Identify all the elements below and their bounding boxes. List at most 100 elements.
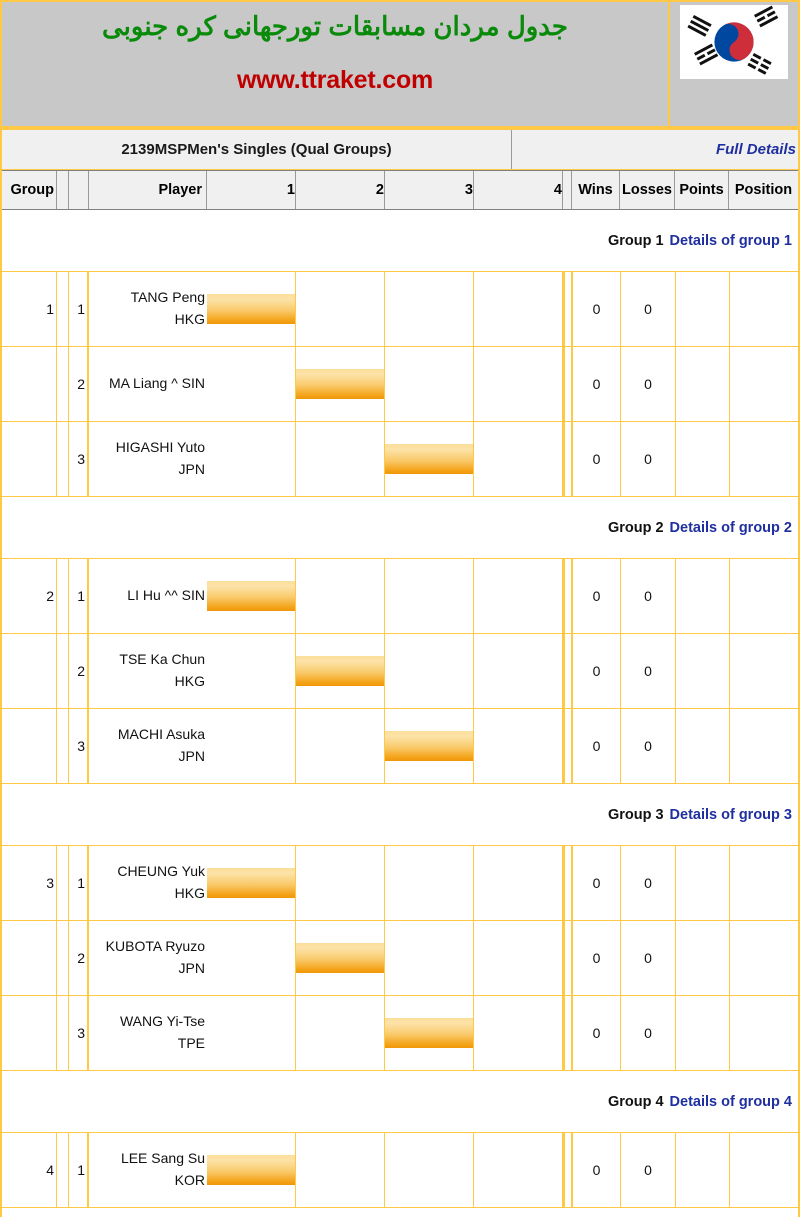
cell-position [730,347,798,421]
cell-match-1[interactable] [207,1133,296,1207]
table-row: 4 1 LEE Sang Su KOR 0 0 [2,1133,798,1208]
self-match-block [296,943,384,973]
cell-gap [563,272,573,346]
cell-match-3[interactable] [385,422,474,496]
column-header-match-4: 4 [474,171,563,209]
cell-group-number: 2 [2,559,57,633]
cell-group-number: 4 [2,1133,57,1207]
cell-match-1[interactable] [207,846,296,920]
cell-match-2[interactable] [296,1133,385,1207]
cell-match-4[interactable] [474,921,563,995]
self-match-block [207,868,295,898]
group-details-link[interactable]: Details of group 1 [670,233,792,249]
cell-rank: 1 [69,272,89,346]
group-details-link[interactable]: Details of group 3 [670,807,792,823]
cell-player[interactable]: HIGASHI Yuto JPN [89,422,207,496]
cell-spacer [57,347,69,421]
cell-match-1[interactable] [207,921,296,995]
cell-gap [563,1133,573,1207]
group-details-link[interactable]: Details of group 2 [670,520,792,536]
cell-player[interactable]: LEE Sang Su KOR [89,1133,207,1207]
cell-match-3[interactable] [385,559,474,633]
cell-points [676,634,730,708]
cell-match-4[interactable] [474,634,563,708]
cell-match-4[interactable] [474,1133,563,1207]
cell-match-2[interactable] [296,559,385,633]
cell-gap [563,921,573,995]
cell-match-1[interactable] [207,347,296,421]
page-banner: جدول مردان مسابقات تورجهانی کره جنوبی ww… [2,0,798,130]
player-name: LI Hu ^^ SIN [127,587,205,604]
column-header-group: Group [2,171,57,209]
column-header-points: Points [675,171,729,209]
cell-points [676,921,730,995]
group-details-link[interactable]: Details of group 4 [670,1094,792,1110]
cell-position [730,709,798,783]
cell-position [730,559,798,633]
cell-player[interactable]: TSE Ka Chun HKG [89,634,207,708]
cell-player[interactable]: KUBOTA Ryuzo JPN [89,921,207,995]
player-country: KOR [174,1172,205,1188]
cell-match-3[interactable] [385,846,474,920]
cell-match-3[interactable] [385,709,474,783]
cell-match-4[interactable] [474,709,563,783]
cell-player[interactable]: MACHI Asuka JPN [89,709,207,783]
cell-match-3[interactable] [385,1133,474,1207]
cell-match-4[interactable] [474,272,563,346]
cell-match-4[interactable] [474,846,563,920]
cell-match-3[interactable] [385,347,474,421]
cell-match-2[interactable] [296,709,385,783]
cell-wins: 0 [573,634,621,708]
player-country: TPE [177,1035,205,1051]
cell-group-number [2,709,57,783]
banner-title-farsi: جدول مردان مسابقات تورجهانی کره جنوبی [102,11,568,41]
table-row: 1 1 TANG Peng HKG 0 0 [2,272,798,347]
cell-wins: 0 [573,422,621,496]
cell-match-4[interactable] [474,347,563,421]
cell-match-1[interactable] [207,634,296,708]
cell-player[interactable]: MA Liang ^ SIN [89,347,207,421]
column-header-player: Player [89,171,207,209]
cell-wins: 0 [573,1133,621,1207]
table-row: 3 1 CHEUNG Yuk HKG 0 0 [2,846,798,921]
self-match-block [207,1155,295,1185]
cell-group-number [2,996,57,1070]
cell-rank: 2 [69,921,89,995]
cell-rank: 2 [69,634,89,708]
table-row: 2 KUBOTA Ryuzo JPN 0 0 [2,921,798,996]
cell-match-1[interactable] [207,272,296,346]
cell-match-2[interactable] [296,422,385,496]
cell-match-1[interactable] [207,996,296,1070]
cell-match-2[interactable] [296,846,385,920]
cell-match-3[interactable] [385,921,474,995]
cell-match-1[interactable] [207,709,296,783]
cell-wins: 0 [573,846,621,920]
cell-player[interactable]: LI Hu ^^ SIN [89,559,207,633]
table-column-headers: Group Player 1 2 3 4 Wins Losses Points … [2,170,798,210]
cell-match-4[interactable] [474,996,563,1070]
cell-player[interactable]: CHEUNG Yuk HKG [89,846,207,920]
cell-position [730,996,798,1070]
cell-points [676,347,730,421]
cell-match-2[interactable] [296,996,385,1070]
cell-match-3[interactable] [385,634,474,708]
cell-match-2[interactable] [296,272,385,346]
cell-match-2[interactable] [296,634,385,708]
cell-match-3[interactable] [385,272,474,346]
cell-player[interactable]: TANG Peng HKG [89,272,207,346]
cell-match-3[interactable] [385,996,474,1070]
cell-player[interactable]: WANG Yi-Tse TPE [89,996,207,1070]
banner-website-url: www.ttraket.com [236,65,434,94]
group-label: Group 1 [607,232,664,249]
cell-points [676,996,730,1070]
cell-match-1[interactable] [207,422,296,496]
event-title: 2139MSPMen's Singles (Qual Groups) [2,130,512,169]
cell-match-2[interactable] [296,347,385,421]
full-details-link[interactable]: Full Details [716,141,796,158]
cell-match-4[interactable] [474,422,563,496]
cell-match-2[interactable] [296,921,385,995]
cell-match-1[interactable] [207,559,296,633]
cell-match-4[interactable] [474,559,563,633]
player-country: HKG [174,885,205,901]
cell-points [676,559,730,633]
